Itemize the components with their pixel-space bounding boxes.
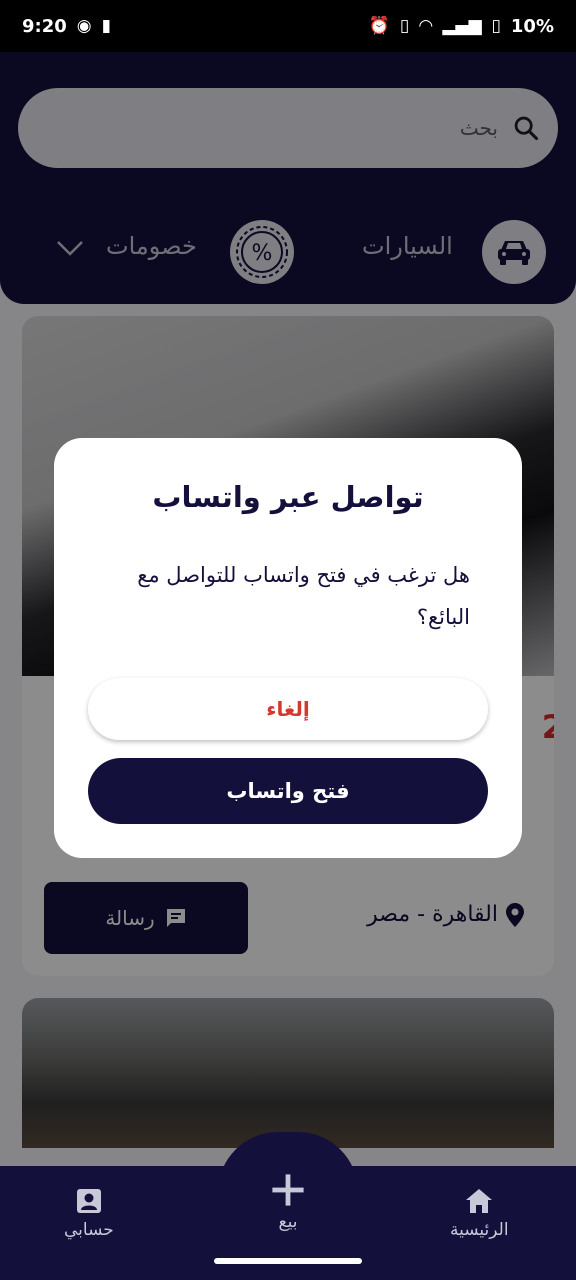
gesture-home-indicator[interactable] [214, 1258, 362, 1264]
nav-sell[interactable]: بيع [270, 1172, 306, 1232]
whatsapp-notification-icon: ◉ [76, 16, 92, 36]
nav-sell-label: بيع [278, 1212, 298, 1232]
nav-home[interactable]: الرئيسية [450, 1186, 509, 1240]
account-icon [76, 1189, 101, 1213]
battery-icon: ▯ [491, 16, 501, 36]
battery-percent: 10% [510, 15, 554, 37]
home-icon [466, 1189, 493, 1213]
plus-icon [272, 1174, 304, 1206]
nav-account[interactable]: حسابي [64, 1186, 114, 1240]
status-time: 9:20 [22, 15, 67, 37]
cancel-button[interactable]: إلغاء [88, 678, 488, 740]
status-bar: 9:20 ◉ ▮ ⏰ ▯ ◠ ▂▄▆ ▯ 10% [0, 0, 576, 52]
alert-notification-icon: ▮ [101, 16, 111, 36]
nav-account-label: حسابي [64, 1220, 114, 1240]
alarm-icon: ⏰ [368, 16, 390, 36]
open-whatsapp-button[interactable]: فتح واتساب [88, 758, 488, 824]
nav-home-label: الرئيسية [450, 1220, 509, 1240]
dialog-title: تواصل عبر واتساب [152, 480, 424, 514]
signal-icon: ▂▄▆ [442, 16, 482, 36]
dialog-message: هل ترغب في فتح واتساب للتواصل مع البائع؟ [137, 563, 470, 629]
vibrate-icon: ▯ [399, 16, 410, 36]
wifi-icon: ◠ [419, 16, 433, 36]
whatsapp-dialog: تواصل عبر واتساب هل ترغب في فتح واتساب ل… [54, 438, 522, 858]
